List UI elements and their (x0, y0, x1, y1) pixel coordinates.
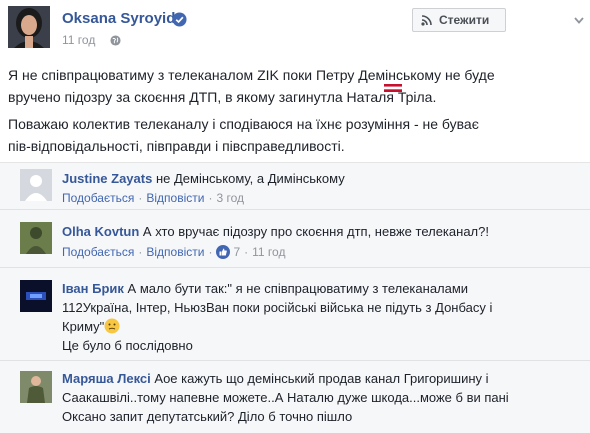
comment-text: Саакашвілі..тому напевне можете..А Натал… (62, 390, 509, 405)
emoji-icon (104, 318, 120, 334)
post-time[interactable]: 11 год (62, 33, 95, 47)
post-paragraph-1: Я не співпрацюватиму з телеканалом ZIK п… (8, 64, 578, 108)
comment: Маряша Лексі Аое кажуть що демінський пр… (0, 361, 590, 433)
comment-text: не Демінському, а Димінському (155, 171, 345, 186)
comment-avatar[interactable] (20, 222, 52, 254)
post-line: Поважаю колектив телеканалу і сподіваюся… (8, 116, 479, 132)
comment-time[interactable]: 3 год (216, 191, 244, 205)
post-header: Oksana Syroyid 11 год Стежити (0, 0, 590, 56)
comment-author[interactable]: Olha Kovtun (62, 224, 139, 239)
reply-link[interactable]: Відповісти (146, 191, 204, 205)
comment-avatar[interactable] (20, 371, 52, 403)
like-link[interactable]: Подобається (62, 245, 134, 259)
comment-author[interactable]: Justine Zayats (62, 171, 152, 186)
comment-text: А мало бути так:" я не співпрацюватиму з… (127, 281, 469, 296)
comment-text: Це було б послідовно (62, 338, 193, 353)
reply-link[interactable]: Відповісти (146, 245, 204, 259)
comment-text: А хто вручає підозру про скоєння дтп, не… (142, 224, 489, 239)
post-paragraph-2: Поважаю колектив телеканалу і сподіваюся… (8, 113, 578, 157)
globe-icon (110, 35, 121, 46)
verified-icon (172, 12, 187, 27)
comment: Justine Zayats не Демінському, а Димінсь… (0, 163, 590, 210)
comment: Іван Брик А мало бути так:" я не співпра… (0, 268, 590, 361)
comment-author[interactable]: Іван Брик (62, 281, 124, 296)
comment-text: Аое кажуть що демінський продав канал Гр… (154, 371, 489, 386)
like-icon (216, 245, 231, 259)
author-avatar[interactable] (8, 6, 50, 48)
comment-text: Криму" (62, 319, 105, 334)
chevron-down-icon[interactable] (574, 17, 584, 24)
rss-icon (421, 15, 432, 26)
comment: Olha Kovtun А хто вручає підозру про ско… (0, 210, 590, 268)
follow-label: Стежити (439, 13, 490, 27)
comments-section: Justine Zayats не Демінському, а Димінсь… (0, 162, 590, 433)
comment-text: 112Україна, Інтер, НьюзВан поки російськ… (62, 300, 493, 315)
follow-button[interactable]: Стежити (412, 8, 506, 32)
comment-avatar[interactable] (20, 280, 52, 312)
post-line: пів-відповідальності, півправди і півспр… (8, 138, 345, 154)
comment-time[interactable]: 11 год (252, 245, 285, 259)
comment-text: Оксано запит депутатський? Діло б точно … (62, 409, 353, 424)
flag-icon (384, 84, 402, 92)
comment-avatar[interactable] (20, 169, 52, 201)
post-line: вручено підозру за скоєння ДТП, в якому … (8, 89, 437, 105)
like-link[interactable]: Подобається (62, 191, 134, 205)
comment-author[interactable]: Маряша Лексі (62, 371, 151, 386)
author-name[interactable]: Oksana Syroyid (62, 10, 175, 27)
post-line: Я не співпрацюватиму з телеканалом ZIK п… (8, 67, 495, 83)
